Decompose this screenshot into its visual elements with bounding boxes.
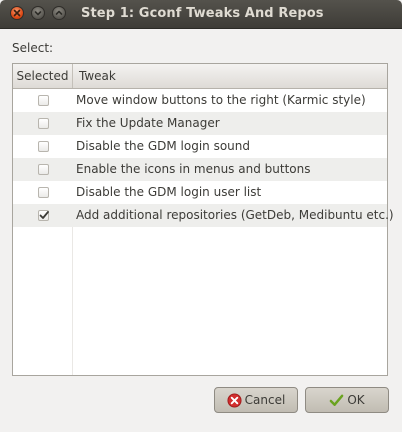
table-row[interactable]: Enable the icons in menus and buttons bbox=[13, 158, 387, 181]
title-bar[interactable]: Step 1: Gconf Tweaks And Repos bbox=[0, 0, 402, 29]
column-header-selected[interactable]: Selected bbox=[13, 64, 73, 88]
table-row[interactable]: Move window buttons to the right (Karmic… bbox=[13, 89, 387, 112]
select-prompt: Select: bbox=[12, 41, 54, 55]
tweaks-table: Selected Tweak Move window buttons to th… bbox=[12, 63, 394, 376]
selected-cell bbox=[13, 89, 72, 112]
window-title: Step 1: Gconf Tweaks And Repos bbox=[81, 6, 324, 21]
tweak-label: Fix the Update Manager bbox=[76, 116, 220, 130]
close-icon[interactable] bbox=[10, 6, 24, 20]
minimize-icon[interactable] bbox=[31, 6, 45, 20]
tweak-label: Add additional repositories (GetDeb, Med… bbox=[76, 208, 394, 222]
cancel-button[interactable]: Cancel bbox=[214, 387, 298, 413]
tweak-label: Disable the GDM login sound bbox=[76, 139, 251, 153]
checkbox[interactable] bbox=[38, 164, 49, 175]
table-header: Selected Tweak bbox=[13, 64, 387, 89]
tweak-label: Disable the GDM login user list bbox=[76, 185, 262, 199]
cancel-button-label: Cancel bbox=[244, 393, 286, 407]
table-body: Move window buttons to the right (Karmic… bbox=[13, 89, 394, 227]
checkbox[interactable] bbox=[38, 118, 49, 129]
selected-cell bbox=[13, 181, 72, 204]
cancel-icon bbox=[227, 392, 242, 408]
selected-cell bbox=[13, 158, 72, 181]
table-row[interactable]: Disable the GDM login sound bbox=[13, 135, 387, 158]
tweak-label: Move window buttons to the right (Karmic… bbox=[76, 93, 366, 107]
table-row[interactable]: Disable the GDM login user list bbox=[13, 181, 387, 204]
checkbox[interactable] bbox=[38, 95, 49, 106]
checkmark-icon bbox=[329, 394, 344, 406]
checkmark-icon bbox=[39, 211, 49, 219]
selected-cell bbox=[13, 204, 72, 227]
checkbox[interactable] bbox=[38, 187, 49, 198]
selected-cell bbox=[13, 135, 72, 158]
table-row[interactable]: Fix the Update Manager bbox=[13, 112, 387, 135]
dialog-window: Step 1: Gconf Tweaks And Repos Select: S… bbox=[0, 0, 402, 432]
checkbox-checked[interactable] bbox=[38, 210, 49, 221]
checkbox[interactable] bbox=[38, 141, 49, 152]
selected-cell bbox=[13, 112, 72, 135]
tweak-label: Enable the icons in menus and buttons bbox=[76, 162, 311, 176]
column-header-tweak[interactable]: Tweak bbox=[79, 64, 116, 88]
table-row[interactable]: Add additional repositories (GetDeb, Med… bbox=[13, 204, 394, 227]
ok-button-label: OK bbox=[347, 393, 365, 407]
ok-button[interactable]: OK bbox=[305, 387, 389, 413]
maximize-icon[interactable] bbox=[52, 6, 66, 20]
